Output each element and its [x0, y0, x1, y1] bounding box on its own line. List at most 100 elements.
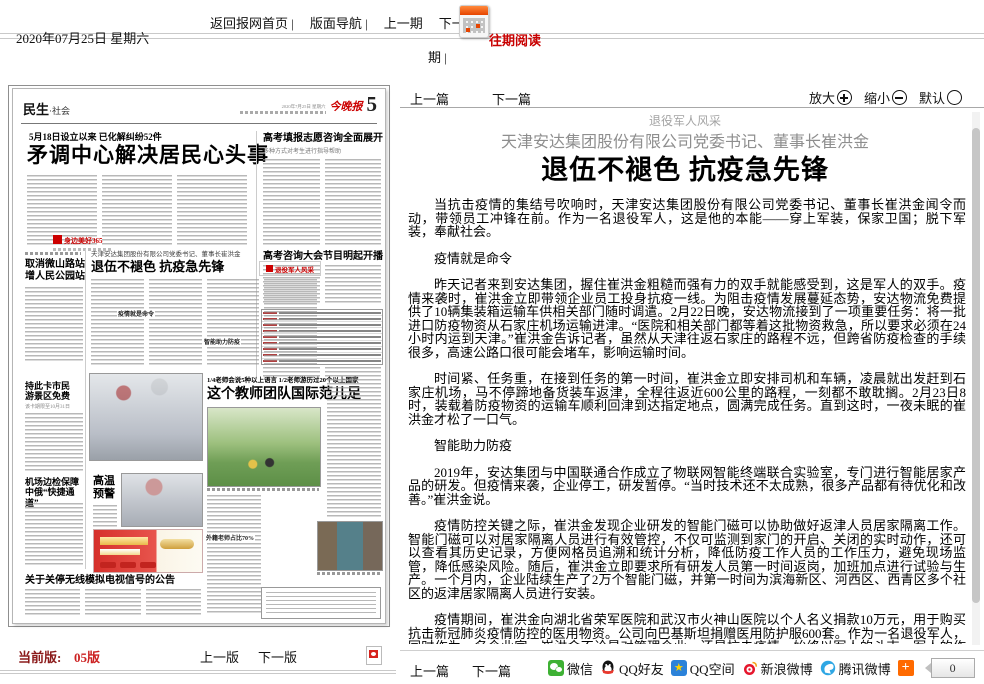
card-note: 该卡期限至10月31日 — [25, 405, 70, 411]
article-subheading: 智能助力防疫 — [408, 439, 966, 453]
advertisement-banner[interactable] — [93, 529, 203, 573]
next-article-link[interactable]: 下一篇 — [492, 89, 531, 108]
home-link[interactable]: 返回报网首页 | — [210, 13, 294, 32]
article-paragraph: 2019年，安达集团与中国联通合作成立了物联网智能终端联合实验室，专门进行智能居… — [408, 466, 966, 507]
column-rule — [85, 249, 86, 569]
sina-weibo-icon — [742, 660, 758, 676]
calendar-icon-top — [460, 6, 488, 15]
share-sina-weibo-button[interactable]: 新浪微博 — [742, 659, 813, 678]
gaokao-subtitle: 多种方式对考生进行指导帮助 — [263, 149, 341, 156]
bookshelf-photo — [317, 521, 383, 571]
calendar-icon-dot — [466, 28, 470, 32]
zoom-in-icon[interactable] — [837, 90, 852, 105]
article-title: 退伍不褪色 抗疫急先锋 — [400, 148, 970, 187]
zoom-in-button[interactable]: 放大 — [809, 88, 852, 107]
top-nav: 返回报网首页 | 版面导航 | 上一期 下一 — [210, 13, 465, 32]
simulated-text — [263, 159, 381, 247]
pdf-icon[interactable] — [366, 646, 382, 665]
scrollbar-thumb[interactable] — [972, 128, 980, 603]
ad-gold-text — [100, 537, 148, 545]
anda-subhead-2: 智能助力防疫 — [203, 337, 241, 346]
current-page-label: 当前版: — [18, 647, 61, 666]
simulated-text — [207, 495, 261, 615]
photo-caption — [317, 572, 381, 575]
page-thumbnail-panel: 民生·社会 2020年7月25日 星期六 今晚报 5 5月18日设立以来 已化解… — [8, 85, 390, 627]
anda-headline[interactable]: 退伍不褪色 抗疫急先锋 — [91, 260, 224, 275]
prev-issue-link[interactable]: 上一期 — [384, 13, 423, 32]
prev-page-link[interactable]: 上一版 — [200, 647, 239, 666]
info-box — [261, 587, 381, 619]
share-count: 0 — [925, 658, 975, 678]
article-kicker: 退役军人风采 — [400, 112, 970, 129]
ad-gold-text — [100, 549, 140, 555]
newspaper-page-thumbnail[interactable]: 民生·社会 2020年7月25日 星期六 今晚报 5 5月18日设立以来 已化解… — [12, 88, 386, 624]
zoom-out-icon[interactable] — [892, 90, 907, 105]
lead-kicker: 5月18日设立以来 已化解纠纷52件 — [29, 132, 162, 142]
veteran-badge: 退役军人风采 — [259, 261, 321, 276]
page-number: 5 — [367, 95, 378, 114]
metro-headline[interactable]: 取消微山路站增人民公园站 — [25, 259, 85, 282]
article-subheading: 疫情就是命令 — [408, 252, 966, 266]
photo-caption — [207, 488, 319, 491]
next-page-link[interactable]: 下一版 — [258, 647, 297, 666]
masthead-dateline: 2020年7月25日 星期六 — [240, 104, 326, 114]
masthead-rule — [21, 123, 377, 124]
zoom-reset-button[interactable]: 默认 — [919, 88, 962, 107]
zoom-reset-icon[interactable] — [947, 90, 962, 105]
divider — [400, 650, 984, 651]
anda-subhead-1: 疫情就是命令 — [117, 309, 155, 318]
share-qq-button[interactable]: QQ好友 — [600, 659, 664, 678]
simulated-text — [327, 379, 381, 517]
next-issue-link-part2[interactable]: 期 | — [428, 47, 447, 66]
ad-product-image — [160, 539, 194, 549]
top-bar: 2020年07月25日 星期六 返回报网首页 | 版面导航 | 上一期 下一 期… — [0, 0, 984, 80]
simulated-text — [25, 413, 83, 473]
qq-icon — [600, 660, 616, 676]
badge-square-icon — [266, 265, 273, 272]
share-bar: 微信 QQ好友 QQ空间 新浪微博 腾讯微博 0 — [548, 658, 975, 678]
article-paragraph: 昨天记者来到安达集团，握住崔洪金粗糙而强有力的双手就能感受到，这是军人的双手。疫… — [408, 278, 966, 359]
notice-headline[interactable]: 关于关停无线模拟电视信号的公告 — [25, 575, 175, 587]
simulated-text — [25, 287, 83, 363]
heat-warning-headline: 高温预警 — [93, 475, 119, 500]
simulated-text — [25, 589, 201, 617]
zoom-toolbar: 放大 缩小 默认 — [809, 88, 962, 107]
simulated-text — [263, 367, 381, 377]
card-headline[interactable]: 持此卡市民游景区免费 — [25, 381, 85, 402]
teacher-subhead: 外籍老师占比70% — [205, 533, 255, 542]
share-count-value: 0 — [931, 658, 975, 678]
share-tencent-weibo-button[interactable]: 腾讯微博 — [820, 659, 891, 678]
prev-article-link[interactable]: 上一篇 — [410, 89, 449, 108]
paper-logo: 今晚报 — [330, 98, 363, 114]
column-badge: 身边美好365 — [53, 235, 111, 251]
article-paragraph: 当抗击疫情的集结号吹响时，天津安达集团股份有限公司党委书记、董事长崔洪金闻令而动… — [408, 198, 966, 239]
simulated-text — [91, 279, 317, 367]
section-title: 民生·社会 — [23, 99, 70, 118]
article-paragraph: 疫情期间，崔洪金向湖北省荣军医院和武汉市火神山医院以个人名义捐款10万元，用于购… — [408, 613, 966, 644]
more-share-button[interactable] — [898, 660, 914, 676]
prev-article-link-bottom[interactable]: 上一篇 — [410, 661, 449, 680]
current-page-value: 05版 — [74, 647, 100, 666]
masthead-right: 2020年7月25日 星期六 今晚报 5 — [240, 95, 378, 114]
zoom-out-button[interactable]: 缩小 — [864, 88, 907, 107]
share-wechat-button[interactable]: 微信 — [548, 659, 593, 678]
article-paragraph: 时间紧、任务重，在接到任务的第一时间，崔洪金立即安排司机和车辆，凌晨就出发赶到石… — [408, 372, 966, 426]
lead-headline[interactable]: 矛调中心解决居民心头事 — [27, 143, 269, 167]
ad-chips — [100, 562, 156, 568]
street-photo-small — [121, 473, 203, 527]
badge-square-icon — [53, 235, 62, 244]
article-paragraph: 疫情防控关键之际，崔洪金发现企业研发的智能门磁可以协助做好返津人员居家隔离工作。… — [408, 519, 966, 600]
next-article-link-bottom[interactable]: 下一篇 — [472, 661, 511, 680]
teachers-lawn-photo — [207, 407, 321, 487]
calendar-icon-dot — [476, 24, 480, 28]
tencent-weibo-icon — [820, 660, 836, 676]
past-issues-link[interactable]: 往期阅读 — [489, 30, 541, 49]
layout-nav-link[interactable]: 版面导航 | — [310, 13, 368, 32]
anda-kicker: 天津安达集团股份有限公司党委书记、董事长崔洪金 — [91, 251, 241, 258]
calendar-icon[interactable] — [459, 5, 489, 38]
share-qzone-button[interactable]: QQ空间 — [671, 659, 735, 678]
divider — [400, 107, 984, 108]
issue-date: 2020年07月25日 星期六 — [16, 28, 149, 47]
qzone-icon — [671, 660, 687, 676]
gaokao-headline[interactable]: 高考填报志愿咨询全面展开 — [263, 133, 383, 145]
